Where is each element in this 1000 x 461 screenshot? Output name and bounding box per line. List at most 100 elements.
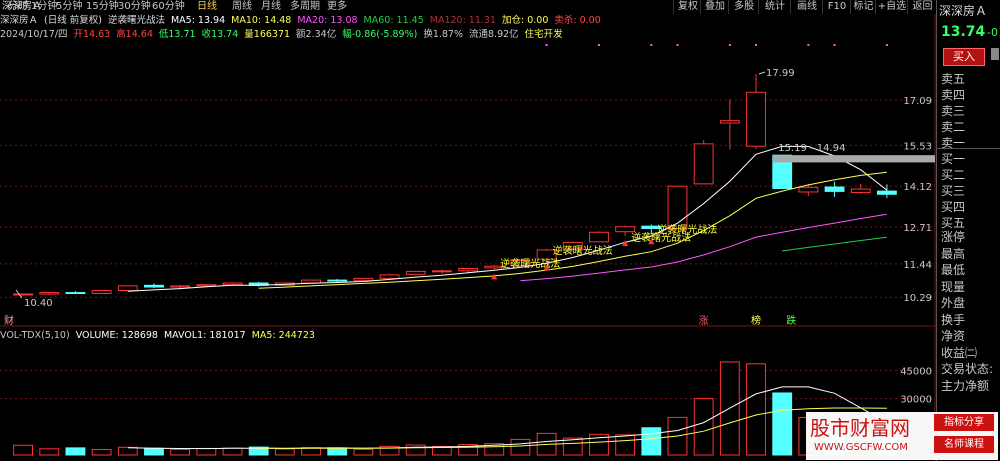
signal-dot <box>650 44 653 46</box>
price-tick-label: 10.29 <box>903 293 932 304</box>
volume-bar <box>222 447 243 456</box>
quote-panel: 深深房Ａ 13.74 -0 买入 卖五 卖四 卖三 卖二 卖一 买一 买二 买三 买四 买五 涨停 最高 最低现… <box>936 0 1000 461</box>
watermark-brand: 股市财富网 <box>810 416 910 440</box>
price-tick-label: 14.12 <box>903 182 932 193</box>
finance-marker[interactable]: 财 <box>4 314 14 327</box>
volume-bar <box>693 398 714 456</box>
panel-stat-4: 外盘 <box>941 296 966 310</box>
panel-stock-name: 深深房Ａ <box>939 4 988 18</box>
watermark-url: WWW.GSCFW.COM <box>814 442 908 453</box>
signal-dot <box>676 44 679 46</box>
volume-bar <box>353 448 374 456</box>
candle-body[interactable] <box>824 186 845 192</box>
panel-stat-6: 净资 <box>941 329 966 343</box>
candle-body[interactable] <box>327 279 348 282</box>
limit-down-marker[interactable]: 跌 <box>786 314 796 327</box>
panel-stat-0: 涨停 <box>941 230 966 244</box>
high-annotation: 17.99 <box>766 68 795 79</box>
candle-body[interactable] <box>65 292 86 295</box>
candle-body[interactable] <box>117 285 138 292</box>
order-book-5: 买一 <box>941 152 966 166</box>
watermark-tag2: 名师课程 <box>934 436 994 453</box>
panel-divider <box>937 148 1000 149</box>
signal-dot <box>833 44 836 46</box>
panel-stat-7: 收益㈡ <box>941 345 978 360</box>
volume-bar <box>510 438 531 456</box>
volume-bar <box>117 446 138 456</box>
high-pointer <box>758 71 766 75</box>
panel-last-price: 13.74 <box>941 24 986 40</box>
volume-bar <box>772 392 793 456</box>
watermark: 股市财富网 WWW.GSCFW.COM 指标分享 名师课程 <box>806 412 998 460</box>
signal-dot <box>728 44 731 46</box>
candle-body[interactable] <box>39 292 60 295</box>
candle-body[interactable] <box>693 143 714 185</box>
candle-body[interactable] <box>144 284 164 288</box>
volume-bar <box>196 447 217 456</box>
kline-chart[interactable]: 17.09 15.53 14.12 12.71 11.44 10.29 45000 30000… <box>0 0 936 461</box>
candle-body[interactable] <box>615 226 636 233</box>
candle-body[interactable] <box>850 188 871 194</box>
price-tick-label: 12.71 <box>903 223 932 234</box>
order-book-6: 买二 <box>941 168 966 182</box>
price-tick-label: 17.09 <box>903 96 932 107</box>
signal-dot <box>807 44 810 46</box>
candle-body[interactable] <box>719 120 740 124</box>
ranking-marker[interactable]: 榜 <box>751 314 761 327</box>
order-book-2: 卖三 <box>941 104 966 118</box>
signal-dot <box>545 44 548 46</box>
band-annotation: 15.19 - 14.94 <box>778 143 845 154</box>
candle-body[interactable] <box>170 285 191 288</box>
volume-bar <box>615 434 636 456</box>
candle-body[interactable] <box>667 185 688 229</box>
watermark-tag1: 指标分享 <box>934 414 994 431</box>
volume-bar <box>327 447 348 456</box>
signal-dot <box>755 44 758 46</box>
signal-label: 逆袭曙光战法 <box>553 244 613 257</box>
volume-bar <box>746 363 766 456</box>
order-book-1: 卖四 <box>941 88 966 102</box>
volume-bar <box>144 447 164 456</box>
panel-stat-8: 交易状态: <box>941 362 994 376</box>
low-annotation: 10.40 <box>24 298 53 309</box>
candle-body[interactable] <box>405 270 426 275</box>
panel-stat-3: 现量 <box>941 279 966 294</box>
signal-dot <box>885 44 888 46</box>
candle-body[interactable] <box>196 284 217 287</box>
panel-stat-5: 换手 <box>941 312 966 327</box>
candle-body[interactable] <box>222 282 243 286</box>
order-book-8: 买四 <box>941 200 966 214</box>
signal-label: 逆袭曙光战法 <box>657 223 717 236</box>
candle-body[interactable] <box>589 231 609 243</box>
buy-button[interactable]: 买入 <box>943 48 985 66</box>
ma60-line <box>782 236 887 252</box>
volume-bar <box>641 427 662 456</box>
price-tick-label: 15.53 <box>903 141 932 152</box>
signal-dot <box>597 44 600 46</box>
candle-body[interactable] <box>798 186 819 193</box>
signal-label: 逆袭曙光战法 <box>500 257 560 270</box>
volume-bar <box>91 449 112 456</box>
candle-body[interactable] <box>431 270 452 273</box>
candle-body[interactable] <box>876 190 897 195</box>
resistance-band <box>772 155 935 163</box>
volume-tick-label: 30000 <box>900 395 932 406</box>
volume-bar <box>65 447 86 456</box>
candle-body[interactable] <box>458 267 479 272</box>
price-tick-label: 11.44 <box>903 260 932 271</box>
volume-tick-label: 45000 <box>900 366 932 377</box>
candle-body[interactable] <box>91 290 112 294</box>
candle-body[interactable] <box>353 277 374 282</box>
candle-body[interactable] <box>746 91 766 147</box>
candle-body[interactable] <box>13 293 34 296</box>
volume-bar <box>274 448 295 456</box>
candle-body[interactable] <box>379 274 400 279</box>
limit-up-marker[interactable]: 涨 <box>699 315 709 327</box>
panel-stat-2: 最低 <box>941 263 966 277</box>
panel-scroll-arrow[interactable] <box>991 48 999 60</box>
volume-bar <box>170 448 191 456</box>
volume-bar <box>405 444 426 456</box>
panel-stat-9: 主力净额 <box>941 378 990 393</box>
order-book-3: 卖二 <box>941 120 966 134</box>
order-book-0: 卖五 <box>941 72 966 86</box>
